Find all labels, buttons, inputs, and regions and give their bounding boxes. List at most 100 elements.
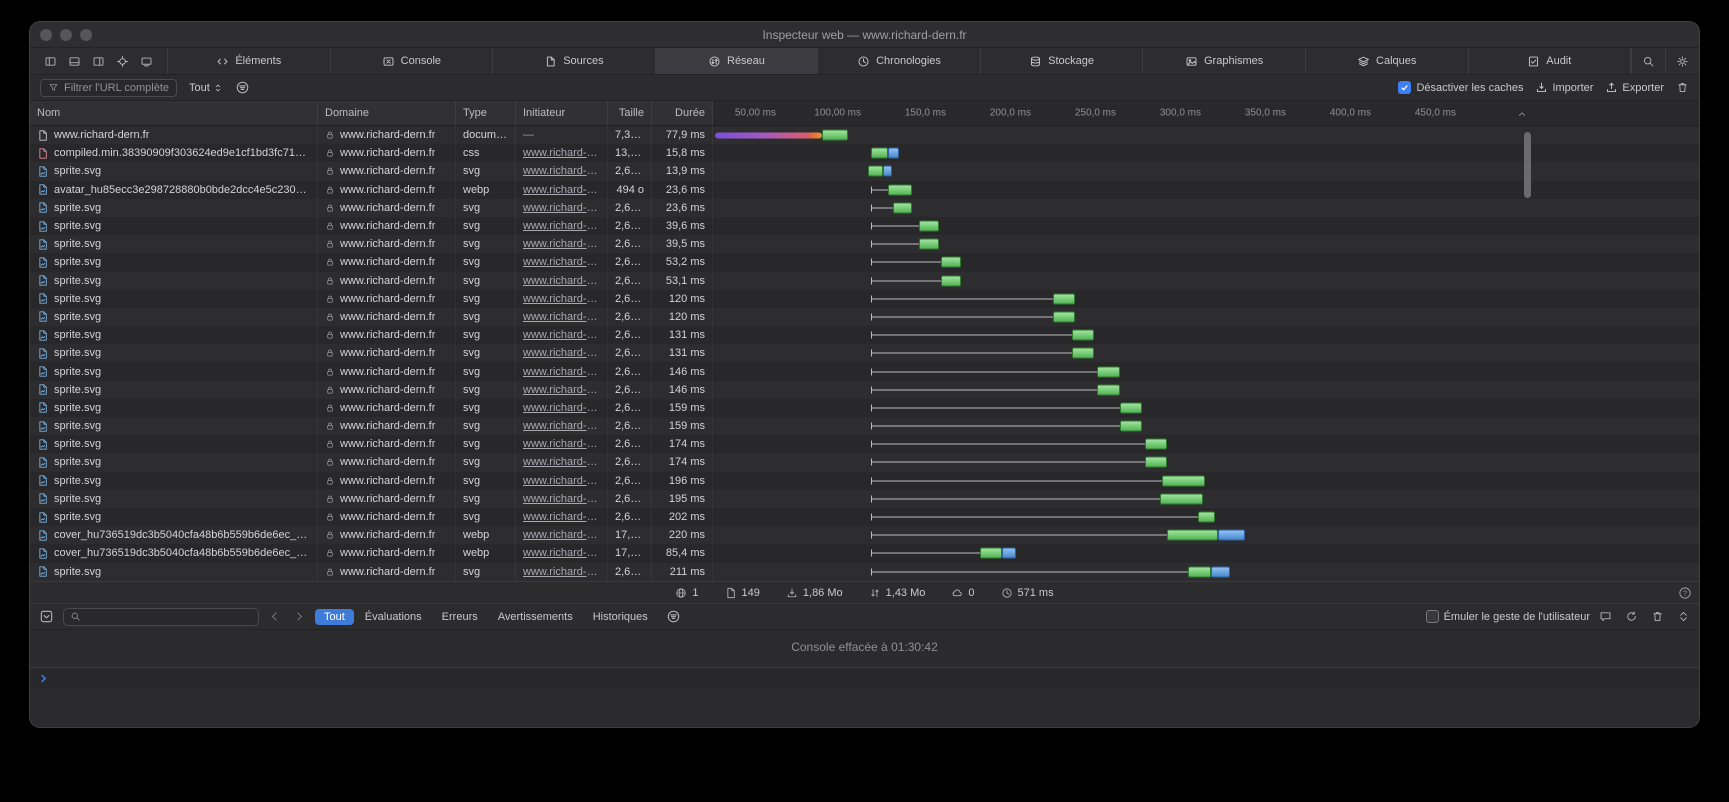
waterfall-bar[interactable] [871, 421, 1141, 432]
gear-button[interactable] [1665, 48, 1699, 74]
waterfall-bar[interactable] [871, 257, 961, 268]
resource-scope-dropdown[interactable]: Tout [189, 82, 223, 94]
element-picker-button[interactable] [116, 55, 129, 68]
table-row[interactable]: avatar_hu85ecc3e298728880b0bde2dcc4e5c23… [30, 181, 1699, 199]
speech-bubble-button[interactable] [1599, 610, 1612, 623]
scroll-up-chevron-icon[interactable] [1516, 107, 1528, 125]
table-row[interactable]: sprite.svgwww.richard-dern.frsvgwww.rich… [30, 472, 1699, 490]
chevron-left-icon[interactable] [268, 610, 281, 623]
clear-network-button[interactable] [1676, 81, 1689, 94]
pane-bottom-button[interactable] [68, 55, 81, 68]
initiator-link[interactable]: www.richard-d… [523, 511, 600, 523]
table-row[interactable]: sprite.svgwww.richard-dern.frsvgwww.rich… [30, 217, 1699, 235]
initiator-link[interactable]: www.richard-d… [523, 184, 600, 196]
tab-chronologies[interactable]: Chronologies [818, 48, 981, 74]
initiator-link[interactable]: www.richard-d… [523, 475, 600, 487]
table-row[interactable]: sprite.svgwww.richard-dern.frsvgwww.rich… [30, 399, 1699, 417]
table-row[interactable]: sprite.svgwww.richard-dern.frsvgwww.rich… [30, 326, 1699, 344]
disable-caches-checkbox[interactable] [1398, 81, 1411, 94]
minimize-button[interactable] [60, 29, 72, 41]
console-context-button[interactable] [39, 609, 54, 624]
initiator-link[interactable]: www.richard-d… [523, 547, 600, 559]
tab-reseau[interactable]: Réseau [656, 48, 819, 74]
close-button[interactable] [40, 29, 52, 41]
table-row[interactable]: sprite.svgwww.richard-dern.frsvgwww.rich… [30, 290, 1699, 308]
column-header-taille[interactable]: Taille [608, 101, 652, 125]
table-row[interactable]: sprite.svgwww.richard-dern.frsvgwww.rich… [30, 308, 1699, 326]
console-scope-historiques[interactable]: Historiques [584, 609, 657, 625]
table-row[interactable]: cover_hu736519dc3b5040cfa48b6b559b6de6ec… [30, 544, 1699, 562]
table-row[interactable]: sprite.svgwww.richard-dern.frsvgwww.rich… [30, 453, 1699, 471]
initiator-link[interactable]: www.richard-d… [523, 402, 600, 414]
waterfall-bar[interactable] [871, 493, 1203, 504]
waterfall-bar[interactable] [871, 311, 1075, 322]
table-row[interactable]: sprite.svgwww.richard-dern.frsvgwww.rich… [30, 435, 1699, 453]
waterfall-bar[interactable] [871, 475, 1204, 486]
waterfall-bar[interactable] [871, 148, 898, 159]
device-button[interactable] [140, 55, 153, 68]
initiator-link[interactable]: www.richard-d… [523, 456, 600, 468]
console-prompt-row[interactable] [30, 667, 1699, 688]
waterfall-bar[interactable] [871, 348, 1094, 359]
initiator-link[interactable]: www.richard-d… [523, 384, 600, 396]
waterfall-bar[interactable] [871, 202, 912, 213]
console-scope-erreurs[interactable]: Erreurs [433, 609, 487, 625]
url-filter-input[interactable]: Filtrer l'URL complète [40, 79, 177, 97]
chevron-right-icon[interactable] [293, 610, 306, 623]
waterfall-bar[interactable] [871, 184, 912, 195]
disable-caches-toggle[interactable]: Désactiver les caches [1398, 81, 1523, 94]
table-row[interactable]: sprite.svgwww.richard-dern.frsvgwww.rich… [30, 362, 1699, 380]
table-row[interactable]: sprite.svgwww.richard-dern.frsvgwww.rich… [30, 235, 1699, 253]
waterfall-bar[interactable] [871, 530, 1245, 541]
initiator-link[interactable]: www.richard-d… [523, 493, 600, 505]
trash-button[interactable] [1651, 610, 1664, 623]
pane-right-button[interactable] [92, 55, 105, 68]
console-search-input[interactable] [63, 608, 259, 626]
table-row[interactable]: sprite.svgwww.richard-dern.frsvgwww.rich… [30, 344, 1699, 362]
initiator-link[interactable]: www.richard-d… [523, 220, 600, 232]
initiator-link[interactable]: www.richard-d… [523, 147, 600, 159]
tab-graphismes[interactable]: Graphismes [1143, 48, 1306, 74]
waterfall-bar[interactable] [871, 512, 1214, 523]
initiator-link[interactable]: www.richard-d… [523, 311, 600, 323]
waterfall-bar[interactable] [871, 457, 1167, 468]
emulate-gesture-checkbox[interactable] [1426, 610, 1439, 623]
tab-calques[interactable]: Calques [1306, 48, 1469, 74]
table-row[interactable]: sprite.svgwww.richard-dern.frsvgwww.rich… [30, 381, 1699, 399]
column-header-initiateur[interactable]: Initiateur [516, 101, 608, 125]
initiator-link[interactable]: www.richard-d… [523, 275, 600, 287]
initiator-link[interactable]: www.richard-d… [523, 202, 600, 214]
console-scope-avertissements[interactable]: Avertissements [489, 609, 582, 625]
table-row[interactable]: sprite.svgwww.richard-dern.frsvgwww.rich… [30, 508, 1699, 526]
initiator-link[interactable]: www.richard-d… [523, 165, 600, 177]
initiator-link[interactable]: www.richard-d… [523, 293, 600, 305]
table-row[interactable]: sprite.svgwww.richard-dern.frsvgwww.rich… [30, 272, 1699, 290]
waterfall-bar[interactable] [868, 166, 892, 177]
initiator-link[interactable]: www.richard-d… [523, 238, 600, 250]
extra-filters-button[interactable] [235, 80, 250, 95]
column-header-nom[interactable]: Nom [30, 101, 318, 125]
initiator-link[interactable]: www.richard-d… [523, 347, 600, 359]
tab-sources[interactable]: Sources [493, 48, 656, 74]
double-chevron-button[interactable] [1677, 610, 1690, 623]
waterfall-bar[interactable] [871, 439, 1167, 450]
waterfall-bar[interactable] [871, 566, 1230, 577]
tab-elements[interactable]: Éléments [168, 48, 331, 74]
waterfall-bar[interactable] [715, 130, 848, 141]
scrollbar-thumb[interactable] [1524, 132, 1531, 198]
initiator-link[interactable]: www.richard-d… [523, 566, 600, 578]
waterfall-bar[interactable] [871, 221, 939, 232]
table-row[interactable]: www.richard-dern.frwww.richard-dern.frdo… [30, 126, 1699, 144]
emulate-gesture-toggle[interactable]: Émuler le geste de l'utilisateur [1426, 610, 1590, 623]
import-button[interactable]: Importer [1535, 81, 1593, 94]
waterfall-bar[interactable] [871, 548, 1015, 559]
table-row[interactable]: sprite.svgwww.richard-dern.frsvgwww.rich… [30, 253, 1699, 271]
waterfall-bar[interactable] [871, 402, 1141, 413]
table-row[interactable]: sprite.svgwww.richard-dern.frsvgwww.rich… [30, 199, 1699, 217]
tab-audit[interactable]: Audit [1469, 48, 1632, 74]
initiator-link[interactable]: www.richard-d… [523, 256, 600, 268]
tab-console[interactable]: Console [331, 48, 494, 74]
column-header-type[interactable]: Type [456, 101, 516, 125]
initiator-link[interactable]: www.richard-d… [523, 529, 600, 541]
waterfall-bar[interactable] [871, 384, 1119, 395]
